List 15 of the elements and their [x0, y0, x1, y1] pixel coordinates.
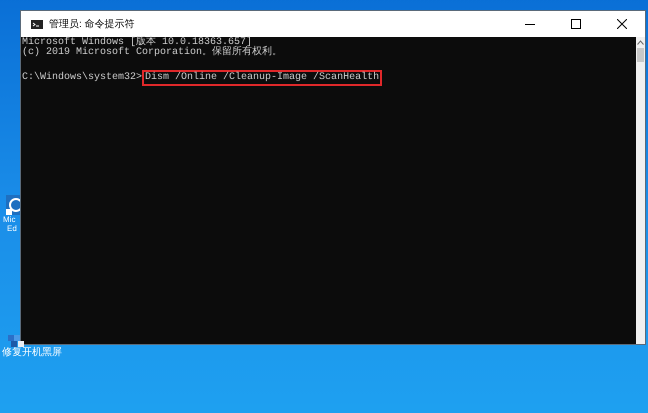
console-prompt: C:\Windows\system32>: [22, 73, 142, 83]
maximize-icon: [571, 19, 581, 29]
scrollbar-thumb[interactable]: [637, 48, 644, 62]
browser-shortcut-icon[interactable]: [6, 195, 20, 215]
console-icon: [31, 20, 43, 28]
icon-label: Ed: [7, 224, 17, 233]
icon-label: Mic: [3, 215, 16, 224]
scroll-up-icon[interactable]: [637, 40, 644, 45]
close-icon: [617, 19, 627, 29]
icon-label: 修复开机黑屏: [2, 347, 62, 358]
window-title: 管理员: 命令提示符: [49, 18, 135, 32]
scrollbar[interactable]: [636, 37, 645, 344]
console-line: (c) 2019 Microsoft Corporation。保留所有权利。: [22, 48, 282, 58]
console-command: Dism /Online /Cleanup-Image /ScanHealth: [142, 70, 382, 86]
console-line: Microsoft Windows [版本 10.0.18363.657]: [22, 38, 252, 48]
